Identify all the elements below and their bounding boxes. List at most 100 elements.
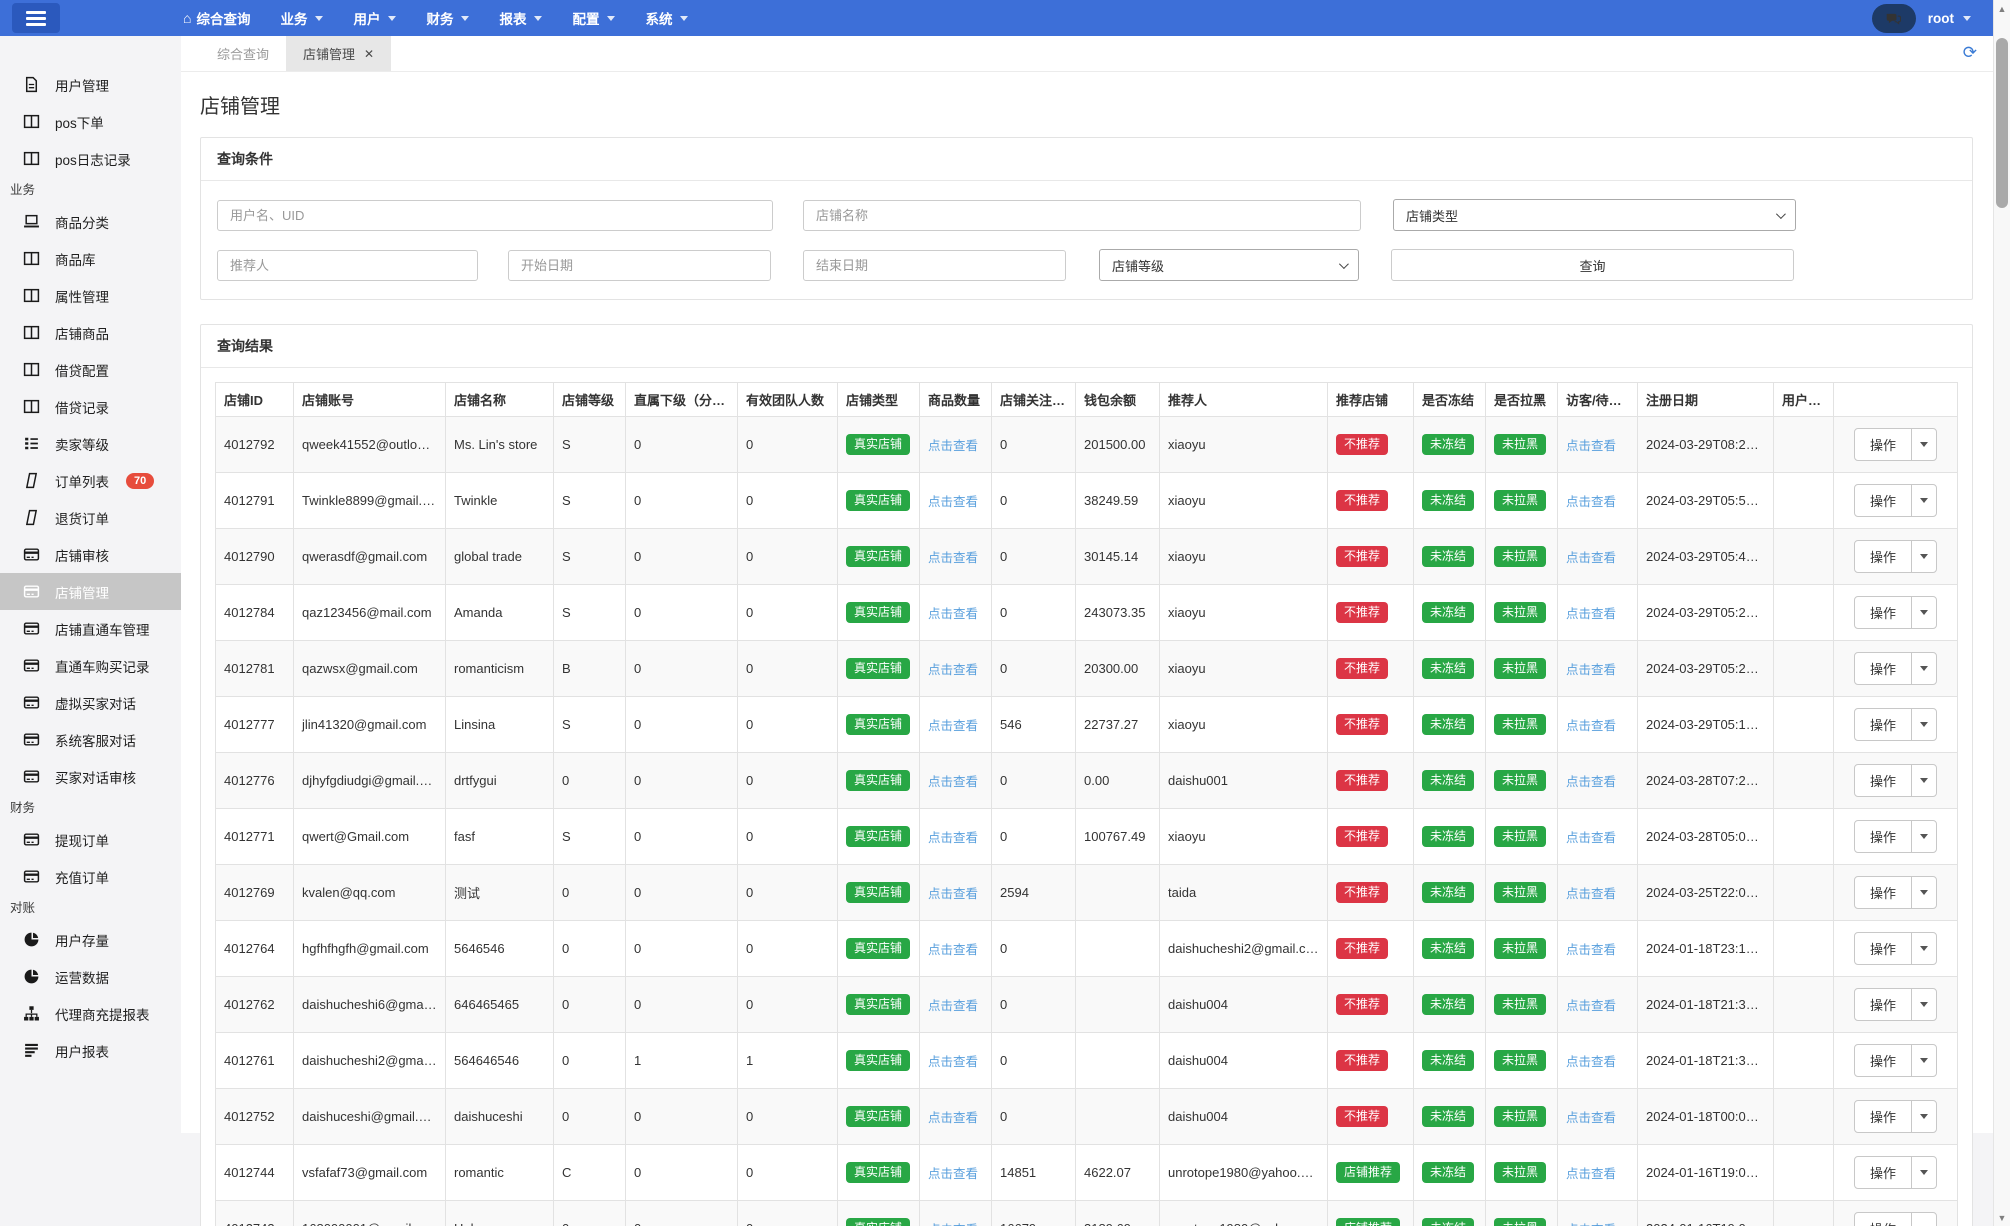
action-dropdown-toggle[interactable] — [1911, 485, 1936, 516]
search-button[interactable]: 查询 — [1391, 249, 1794, 281]
action-button[interactable]: 操作 — [1853, 764, 1937, 797]
nav-item-系统[interactable]: 系统 — [630, 0, 703, 36]
action-button[interactable]: 操作 — [1853, 484, 1937, 517]
action-button-label[interactable]: 操作 — [1855, 1213, 1911, 1226]
visitors-link[interactable]: 点击查看 — [1566, 999, 1616, 1013]
goods-link[interactable]: 点击查看 — [928, 831, 978, 845]
action-button[interactable]: 操作 — [1853, 428, 1937, 461]
visitors-link[interactable]: 点击查看 — [1566, 831, 1616, 845]
vertical-scrollbar[interactable]: ▲ ▼ — [1993, 0, 2010, 1226]
action-button[interactable]: 操作 — [1853, 876, 1937, 909]
goods-link[interactable]: 点击查看 — [928, 775, 978, 789]
visitors-link[interactable]: 点击查看 — [1566, 943, 1616, 957]
action-button-label[interactable]: 操作 — [1855, 877, 1911, 908]
action-button-label[interactable]: 操作 — [1855, 1045, 1911, 1076]
sidebar-item-商品分类[interactable]: 商品分类 — [0, 203, 181, 240]
sidebar-item-用户存量[interactable]: 用户存量 — [0, 921, 181, 958]
action-button-label[interactable]: 操作 — [1855, 821, 1911, 852]
tab-店铺管理[interactable]: 店铺管理 ✕ — [286, 36, 392, 71]
user-menu[interactable]: root — [1928, 11, 1971, 26]
action-dropdown-toggle[interactable] — [1911, 1157, 1936, 1188]
action-dropdown-toggle[interactable] — [1911, 653, 1936, 684]
action-button-label[interactable]: 操作 — [1855, 1157, 1911, 1188]
sidebar-item-买家对话审核[interactable]: 买家对话审核 — [0, 758, 181, 795]
action-dropdown-toggle[interactable] — [1911, 541, 1936, 572]
nav-item-综合查询[interactable]: ⌂ 综合查询 — [168, 0, 265, 36]
action-button-label[interactable]: 操作 — [1855, 653, 1911, 684]
nav-item-用户[interactable]: 用户 — [338, 0, 411, 36]
sidebar-item-pos下单[interactable]: pos下单 — [0, 103, 181, 140]
shop-type-select[interactable]: 店铺类型 — [1393, 199, 1796, 231]
visitors-link[interactable]: 点击查看 — [1566, 719, 1616, 733]
action-button-label[interactable]: 操作 — [1855, 709, 1911, 740]
sidebar-item-直通车购买记录[interactable]: 直通车购买记录 — [0, 647, 181, 684]
goods-link[interactable]: 点击查看 — [928, 1055, 978, 1069]
action-dropdown-toggle[interactable] — [1911, 1045, 1936, 1076]
goods-link[interactable]: 点击查看 — [928, 1111, 978, 1125]
goods-link[interactable]: 点击查看 — [928, 999, 978, 1013]
action-button-label[interactable]: 操作 — [1855, 597, 1911, 628]
nav-item-配置[interactable]: 配置 — [557, 0, 630, 36]
goods-link[interactable]: 点击查看 — [928, 607, 978, 621]
goods-link[interactable]: 点击查看 — [928, 943, 978, 957]
sidebar-item-系统客服对话[interactable]: 系统客服对话 — [0, 721, 181, 758]
sidebar-item-运营数据[interactable]: 运营数据 — [0, 958, 181, 995]
sidebar-toggle-button[interactable] — [12, 3, 60, 33]
sidebar-item-订单列表[interactable]: 订单列表 70 — [0, 462, 181, 499]
action-button[interactable]: 操作 — [1853, 652, 1937, 685]
sidebar-item-提现订单[interactable]: 提现订单 — [0, 821, 181, 858]
action-dropdown-toggle[interactable] — [1911, 821, 1936, 852]
visitors-link[interactable]: 点击查看 — [1566, 775, 1616, 789]
sidebar-item-充值订单[interactable]: 充值订单 — [0, 858, 181, 895]
nav-item-业务[interactable]: 业务 — [265, 0, 338, 36]
action-dropdown-toggle[interactable] — [1911, 429, 1936, 460]
action-dropdown-toggle[interactable] — [1911, 709, 1936, 740]
sidebar-item-借贷配置[interactable]: 借贷配置 — [0, 351, 181, 388]
action-button-label[interactable]: 操作 — [1855, 1101, 1911, 1132]
action-button-label[interactable]: 操作 — [1855, 933, 1911, 964]
action-dropdown-toggle[interactable] — [1911, 1213, 1936, 1226]
action-dropdown-toggle[interactable] — [1911, 933, 1936, 964]
sidebar-item-商品库[interactable]: 商品库 — [0, 240, 181, 277]
end-date-input[interactable] — [803, 249, 1066, 281]
action-dropdown-toggle[interactable] — [1911, 877, 1936, 908]
visitors-link[interactable]: 点击查看 — [1566, 551, 1616, 565]
sidebar-item-店铺商品[interactable]: 店铺商品 — [0, 314, 181, 351]
action-button-label[interactable]: 操作 — [1855, 429, 1911, 460]
sidebar-item-店铺直通车管理[interactable]: 店铺直通车管理 — [0, 610, 181, 647]
visitors-link[interactable]: 点击查看 — [1566, 1055, 1616, 1069]
sidebar-item-卖家等级[interactable]: 卖家等级 — [0, 425, 181, 462]
goods-link[interactable]: 点击查看 — [928, 1167, 978, 1181]
scrollbar-thumb[interactable] — [1996, 38, 2008, 208]
sidebar-item-属性管理[interactable]: 属性管理 — [0, 277, 181, 314]
action-button-label[interactable]: 操作 — [1855, 485, 1911, 516]
scroll-up-arrow-icon[interactable]: ▲ — [1994, 0, 2010, 17]
close-icon[interactable]: ✕ — [364, 47, 374, 61]
action-button[interactable]: 操作 — [1853, 540, 1937, 573]
goods-link[interactable]: 点击查看 — [928, 663, 978, 677]
start-date-input[interactable] — [508, 249, 771, 281]
goods-link[interactable]: 点击查看 — [928, 495, 978, 509]
nav-item-财务[interactable]: 财务 — [411, 0, 484, 36]
action-button[interactable]: 操作 — [1853, 988, 1937, 1021]
sidebar-item-店铺管理[interactable]: 店铺管理 — [0, 573, 181, 610]
action-button[interactable]: 操作 — [1853, 932, 1937, 965]
scroll-down-arrow-icon[interactable]: ▼ — [1994, 1209, 2010, 1226]
sidebar-item-虚拟买家对话[interactable]: 虚拟买家对话 — [0, 684, 181, 721]
nav-item-报表[interactable]: 报表 — [484, 0, 557, 36]
tab-综合查询[interactable]: 综合查询 — [200, 36, 286, 71]
visitors-link[interactable]: 点击查看 — [1566, 439, 1616, 453]
sidebar-item-代理商充提报表[interactable]: 代理商充提报表 — [0, 995, 181, 1032]
visitors-link[interactable]: 点击查看 — [1566, 495, 1616, 509]
visitors-link[interactable]: 点击查看 — [1566, 607, 1616, 621]
action-button[interactable]: 操作 — [1853, 596, 1937, 629]
chat-button[interactable] — [1871, 3, 1916, 33]
action-dropdown-toggle[interactable] — [1911, 765, 1936, 796]
action-dropdown-toggle[interactable] — [1911, 597, 1936, 628]
goods-link[interactable]: 点击查看 — [928, 719, 978, 733]
goods-link[interactable]: 点击查看 — [928, 439, 978, 453]
shop-name-input[interactable] — [803, 199, 1361, 231]
action-button-label[interactable]: 操作 — [1855, 765, 1911, 796]
action-button[interactable]: 操作 — [1853, 708, 1937, 741]
visitors-link[interactable]: 点击查看 — [1566, 663, 1616, 677]
